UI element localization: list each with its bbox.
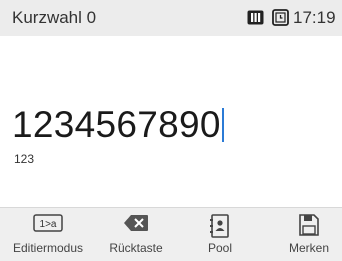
edit-mode-button[interactable]: 1>a Editiermodus xyxy=(0,208,96,261)
clock-icon xyxy=(272,9,289,26)
pool-button[interactable]: Pool xyxy=(190,208,250,261)
edit-mode-label: Editiermodus xyxy=(12,241,84,255)
save-label: Merken xyxy=(288,241,329,255)
phonebook-icon xyxy=(210,214,229,238)
input-mode-indicator: 123 xyxy=(14,152,35,166)
softkey-toolbar: 1>a Editiermodus Rücktaste Pool Merken xyxy=(0,207,342,261)
backspace-button[interactable]: Rücktaste xyxy=(96,208,176,261)
save-icon xyxy=(299,214,319,236)
text-cursor xyxy=(221,108,224,142)
status-time: 17:19 xyxy=(293,8,336,27)
page-title: Kurzwahl 0 xyxy=(12,8,97,27)
save-button[interactable]: Merken xyxy=(276,208,342,261)
sim-icon xyxy=(247,10,264,25)
svg-text:1>a: 1>a xyxy=(40,219,57,230)
number-input[interactable]: 1234567890 xyxy=(12,104,224,146)
number-value: 1234567890 xyxy=(12,104,221,145)
pool-label: Pool xyxy=(207,241,233,255)
edit-mode-icon: 1>a xyxy=(33,214,63,232)
backspace-label: Rücktaste xyxy=(109,241,163,255)
status-bar: Kurzwahl 0 17:19 xyxy=(0,0,342,36)
backspace-icon xyxy=(124,215,148,231)
kurzwahl-screen: Kurzwahl 0 17:19 1234567890 123 1>a Edit… xyxy=(0,0,342,261)
